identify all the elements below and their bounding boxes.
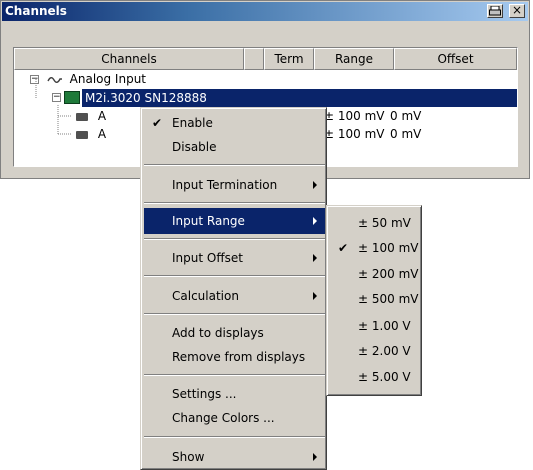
range-option[interactable]: ± 5.00 V (330, 364, 420, 390)
window-titlebar[interactable]: Channels × (2, 2, 528, 21)
tree-node-device[interactable]: M2i.3020 SN128888 (82, 89, 517, 107)
channel-offset: 0 mV (390, 127, 422, 141)
channel-range: ± 100 mV (324, 127, 385, 141)
menu-separator (144, 436, 325, 438)
probe-icon (76, 130, 88, 139)
window-title: Channels (5, 4, 67, 18)
menu-item-input-termination[interactable]: Input Termination (144, 172, 325, 198)
submenu-arrow-icon (313, 181, 317, 189)
print-button[interactable] (487, 4, 503, 18)
menu-item-enable[interactable]: ✔ Enable (144, 110, 325, 136)
tree-node-analog-input[interactable]: − Analog Input (30, 70, 146, 88)
menu-item-show[interactable]: Show (144, 444, 325, 470)
menu-item-settings[interactable]: Settings ... (144, 381, 325, 407)
menu-separator (144, 202, 325, 204)
menu-separator (144, 374, 325, 376)
printer-icon (489, 5, 501, 16)
collapse-icon[interactable]: − (52, 93, 61, 102)
menu-item-calculation[interactable]: Calculation (144, 283, 325, 309)
menu-item-remove-from-displays[interactable]: Remove from displays (144, 344, 325, 370)
channel-offset: 0 mV (390, 109, 422, 123)
range-submenu: ± 50 mV ✔ ± 100 mV ± 200 mV ± 500 mV ± 1… (326, 205, 422, 396)
column-header-blank[interactable] (244, 48, 264, 70)
range-option[interactable]: ± 500 mV (330, 286, 420, 312)
column-header-range[interactable]: Range (314, 48, 394, 70)
device-label: M2i.3020 SN128888 (85, 91, 207, 105)
probe-icon (76, 112, 88, 121)
menu-item-change-colors[interactable]: Change Colors ... (144, 405, 325, 431)
menu-item-input-offset[interactable]: Input Offset (144, 245, 325, 271)
channel-label: A (97, 127, 107, 141)
column-header-channels[interactable]: Channels (14, 48, 244, 70)
range-option[interactable]: ± 50 mV (330, 210, 420, 236)
channel-range: ± 100 mV (324, 109, 385, 123)
column-header-offset[interactable]: Offset (394, 48, 517, 70)
close-button[interactable]: × (509, 4, 525, 18)
channel-label: A (97, 109, 107, 123)
range-option[interactable]: ± 1.00 V (330, 313, 420, 339)
context-menu: ✔ Enable Disable Input Termination Input… (140, 107, 327, 470)
collapse-icon[interactable]: − (30, 75, 39, 84)
menu-separator (144, 238, 325, 240)
menu-item-add-to-displays[interactable]: Add to displays (144, 320, 325, 346)
submenu-arrow-icon (313, 254, 317, 262)
menu-separator (144, 164, 325, 166)
submenu-arrow-icon (313, 453, 317, 461)
card-icon (64, 91, 80, 104)
range-option[interactable]: ± 200 mV (330, 261, 420, 287)
analog-wave-icon (47, 76, 62, 83)
column-header-term[interactable]: Term (264, 48, 314, 70)
menu-separator (144, 313, 325, 315)
range-option[interactable]: ± 2.00 V (330, 338, 420, 364)
checkmark-icon: ✔ (152, 116, 163, 130)
close-icon: × (511, 3, 523, 17)
range-option[interactable]: ✔ ± 100 mV (330, 235, 420, 261)
menu-item-disable[interactable]: Disable (144, 134, 325, 160)
menu-separator (144, 275, 325, 277)
submenu-arrow-icon (313, 292, 317, 300)
analog-input-label: Analog Input (69, 72, 147, 86)
menu-item-input-range[interactable]: Input Range (144, 208, 325, 234)
checkmark-icon: ✔ (338, 241, 349, 255)
submenu-arrow-icon (313, 217, 317, 225)
